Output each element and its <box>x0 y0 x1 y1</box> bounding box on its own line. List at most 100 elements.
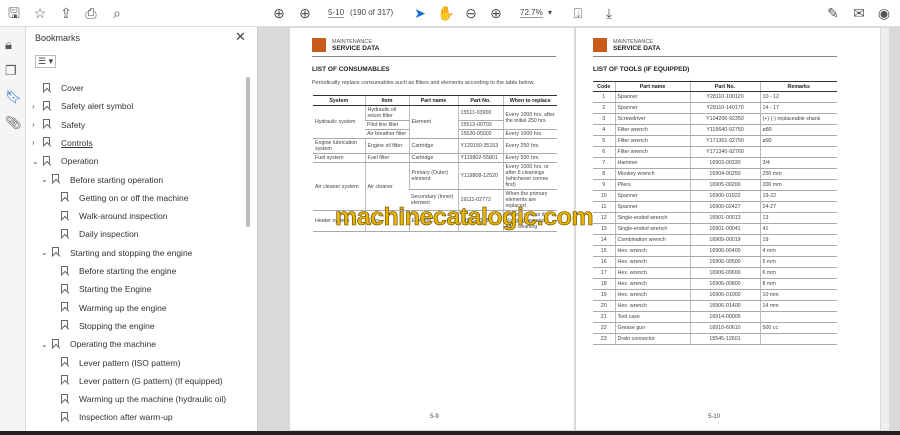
table-cell: 21 <box>593 311 615 323</box>
select-cursor-icon[interactable]: ➤ <box>411 4 429 22</box>
table-cell: Cartridge <box>408 138 458 154</box>
chevron-icon[interactable]: › <box>32 102 42 111</box>
bookmark-item[interactable]: ⌄ Operation <box>32 152 98 170</box>
table-cell: Filter wrench <box>614 124 690 136</box>
bookmark-icon <box>51 174 61 185</box>
column-header: Part No. <box>689 81 760 92</box>
bookmark-icon <box>60 320 70 331</box>
bookmark-item[interactable]: ⌄ Operating the machine <box>41 335 156 353</box>
bookmark-item[interactable]: Warming up the machine (hydraulic oil) <box>50 390 226 408</box>
scrollbar[interactable] <box>246 77 250 227</box>
bookmark-icon <box>60 228 70 240</box>
table-cell: 15511-03900 <box>457 105 503 121</box>
bookmark-item[interactable]: › Safety alert symbol <box>32 97 133 115</box>
upload-icon[interactable]: ⇪ <box>57 4 75 22</box>
table-cell: Air breather filter <box>365 129 409 139</box>
bookmark-item[interactable]: Getting on or off the machine <box>50 189 188 207</box>
page-fit-icon[interactable]: ⍗ <box>569 4 587 22</box>
chevron-icon[interactable]: ⌄ <box>41 340 51 349</box>
bookmark-icon <box>60 283 70 295</box>
bookmark-item[interactable]: Stopping the engine <box>50 317 155 335</box>
star-icon[interactable]: ☆ <box>31 4 49 22</box>
table-row: 16 Hex. wrench 16906-00500 5 mm <box>593 256 837 268</box>
bookmark-item[interactable]: ⌄ Starting and stopping the engine <box>41 244 192 262</box>
save-icon[interactable]: 🖫 <box>5 4 23 22</box>
table-cell: 16900-02427 <box>689 201 760 213</box>
table-cell: Filter wrench <box>614 146 690 158</box>
column-header: When to replace <box>502 95 557 106</box>
print-icon[interactable]: ⎙ <box>82 4 100 22</box>
table-cell: 20 <box>593 300 615 312</box>
chevron-icon[interactable]: ⌄ <box>41 175 51 184</box>
chevron-icon[interactable]: › <box>32 138 42 147</box>
table-cell: 4 <box>593 124 615 136</box>
bookmark-label: Operating the machine <box>70 339 156 350</box>
bookmark-label: Before starting the engine <box>79 266 177 276</box>
page-down-icon[interactable]: ⊕ <box>296 4 314 22</box>
chevron-down-icon[interactable]: ▾ <box>548 8 552 17</box>
table-cell: Spanner <box>614 102 690 114</box>
bookmark-item[interactable]: Cover <box>32 79 84 97</box>
bookmark-item[interactable]: › Safety <box>32 116 85 134</box>
bookmark-item[interactable]: Starting the Engine <box>50 280 151 298</box>
table-row: 23 Drain connector 15545-12601 <box>593 333 837 345</box>
table-cell: 19 <box>593 289 615 301</box>
table-row: Air cleaner system Air cleaner Primary (Ou… <box>313 162 557 211</box>
bookmark-icon <box>42 82 52 94</box>
bookmark-item[interactable]: Walk-around inspection <box>50 207 168 225</box>
chevron-icon[interactable]: › <box>32 120 42 129</box>
table-cell: 16906-00800 <box>689 278 760 290</box>
bookmark-item[interactable]: › Controls <box>32 134 93 152</box>
scroll-mode-icon[interactable]: ⤓ <box>600 4 618 22</box>
bookmark-item[interactable]: Lever pattern (G pattern) (If equipped) <box>50 372 223 390</box>
side-rail: 🔒︎ ❐ 🔖︎ 📎︎ <box>0 27 26 435</box>
table-header: Code Part name Part No. Remarks <box>593 81 837 92</box>
pages-icon[interactable]: ❐ <box>5 63 17 79</box>
search-icon[interactable]: ⌕ <box>108 4 126 22</box>
bookmark-label: Safety <box>61 119 86 130</box>
table-cell: Hex. wrench <box>614 278 690 290</box>
table-cell: 17 <box>593 267 615 279</box>
table-row: 12 Single-ended wrench 16901-00013 13 <box>593 212 837 224</box>
bookmark-item[interactable]: Daily inspection <box>50 225 139 243</box>
section-title: LIST OF TOOLS (IF EQUIPPED) <box>593 66 690 73</box>
watermark: machinecatalogic.com <box>335 203 594 232</box>
bookmark-label: Lever pattern (G pattern) (If equipped) <box>79 375 223 386</box>
table-cell: 16914-00005 <box>689 311 760 323</box>
bookmark-icon[interactable]: 🔖︎ <box>5 89 22 105</box>
chevron-icon[interactable]: ⌄ <box>41 248 51 257</box>
table-cell: 14 mm <box>759 300 837 312</box>
lock-icon[interactable]: 🔒︎ <box>5 37 12 53</box>
table-cell: ø80 <box>759 124 837 136</box>
table-cell: 15520-05002 <box>457 129 503 139</box>
zoom-select[interactable]: 72.7% <box>520 8 543 18</box>
bookmark-item[interactable]: ⌄ Before starting operation <box>41 171 163 189</box>
table-cell: 15 <box>593 245 615 257</box>
bookmark-label: Getting on or off the machine <box>79 192 189 203</box>
bookmark-icon <box>42 155 52 167</box>
page-up-icon[interactable]: ⊕ <box>270 4 288 22</box>
table-cell: 15512-00703 <box>457 120 503 130</box>
zoom-out-icon[interactable]: ⊖ <box>462 4 480 22</box>
account-icon[interactable]: ◉ <box>875 4 893 22</box>
zoom-in-icon[interactable]: ⊕ <box>487 4 505 22</box>
bookmark-item[interactable]: Inspection after warm-up <box>50 408 173 426</box>
bookmark-item[interactable]: Before starting the engine <box>50 262 176 280</box>
hand-icon[interactable]: ✋ <box>437 4 455 22</box>
table-row: Engine lubrication system Engine oil filt… <box>313 138 557 154</box>
mail-icon[interactable]: ✉ <box>850 4 868 22</box>
bookmark-icon <box>60 302 70 313</box>
column-header: Item <box>364 95 409 106</box>
attachment-icon[interactable]: 📎︎ <box>5 115 22 131</box>
table-row: 13 Single-ended wrench 16901-00041 41 <box>593 223 837 235</box>
bookmark-item[interactable]: Warming up the engine <box>50 299 167 317</box>
document-scrollbar[interactable] <box>881 28 889 430</box>
chevron-icon[interactable]: ⌄ <box>32 157 42 166</box>
sign-icon[interactable]: ✎ <box>824 4 842 22</box>
page-input[interactable]: 5-10 <box>328 8 345 18</box>
options-menu-button[interactable]: ☰ ▾ <box>35 55 57 68</box>
table-row: 10 Spanner 16900-01922 19-22 <box>593 190 837 202</box>
close-icon[interactable]: ✕ <box>235 29 246 45</box>
table-cell: 16905-00200 <box>689 179 760 191</box>
bookmark-item[interactable]: Lever pattern (ISO pattern) <box>50 354 181 372</box>
